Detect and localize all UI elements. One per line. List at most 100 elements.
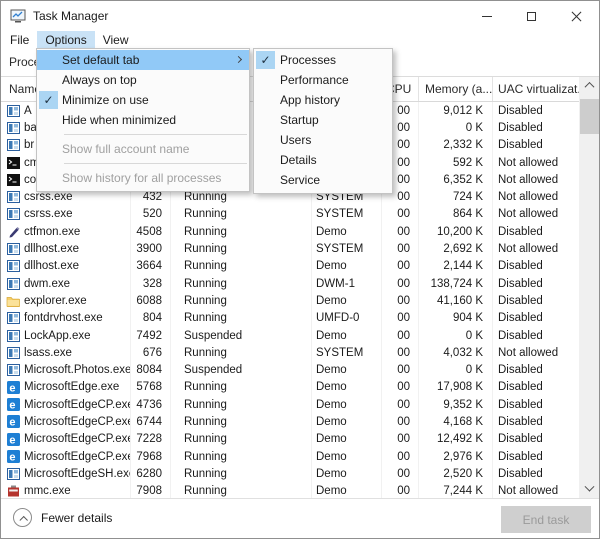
- cell-uac-virtualization: Not allowed: [493, 206, 579, 223]
- column-header-memory[interactable]: Memory (a...: [419, 77, 493, 101]
- menu-item-hide-when-minimized[interactable]: Hide when minimized: [37, 110, 249, 130]
- table-row[interactable]: ctfmon.exe4508RunningDemo0010,200 KDisab…: [1, 223, 579, 240]
- table-row[interactable]: eMicrosoftEdgeCP.exe7228RunningDemo0012,…: [1, 431, 579, 448]
- cell-pid: 8084: [131, 361, 171, 378]
- table-row[interactable]: eMicrosoftEdge.exe5768RunningDemo0017,90…: [1, 379, 579, 396]
- table-row[interactable]: LockApp.exe7492SuspendedDemo000 KDisable…: [1, 327, 579, 344]
- cell-memory: 2,692 K: [419, 240, 493, 257]
- cell-uac-virtualization: Not allowed: [493, 240, 579, 257]
- cell-status: Running: [171, 258, 312, 275]
- cell-pid: 6280: [131, 465, 171, 482]
- table-row[interactable]: dllhost.exe3664RunningDemo002,144 KDisab…: [1, 258, 579, 275]
- cell-memory: 904 K: [419, 310, 493, 327]
- title-bar: Task Manager: [1, 1, 599, 31]
- table-row[interactable]: eMicrosoftEdgeCP.exe7968RunningDemo002,9…: [1, 448, 579, 465]
- process-name: MicrosoftEdgeCP.exe: [24, 451, 131, 463]
- cell-user-name: SYSTEM: [312, 206, 382, 223]
- menu-item-minimize-on-use[interactable]: Minimize on use: [37, 90, 249, 110]
- svg-text:e: e: [9, 382, 15, 393]
- cell-user-name: Demo: [312, 223, 382, 240]
- cell-status: Running: [171, 483, 312, 498]
- cell-cpu: 00: [382, 292, 419, 309]
- cell-status: Suspended: [171, 327, 312, 344]
- submenu-item-service[interactable]: Service: [254, 170, 392, 190]
- cell-uac-virtualization: Not allowed: [493, 344, 579, 361]
- cell-memory: 0 K: [419, 361, 493, 378]
- scroll-down-button[interactable]: [579, 481, 600, 498]
- maximize-button[interactable]: [509, 1, 554, 31]
- table-row[interactable]: lsass.exe676RunningSYSTEM004,032 KNot al…: [1, 344, 579, 361]
- cell-memory: 41,160 K: [419, 292, 493, 309]
- menu-item-show-full-account-name[interactable]: Show full account name: [37, 139, 249, 159]
- cell-cpu: 00: [382, 344, 419, 361]
- cell-pid: 7908: [131, 483, 171, 498]
- vertical-scrollbar[interactable]: [579, 77, 600, 498]
- menu-item-always-on-top[interactable]: Always on top: [37, 70, 249, 90]
- process-name: lsass.exe: [24, 347, 72, 359]
- end-task-button[interactable]: End task: [501, 506, 591, 533]
- folder-icon: [6, 294, 20, 307]
- cell-name: eMicrosoftEdge.exe: [1, 379, 131, 396]
- process-name: explorer.exe: [24, 295, 87, 307]
- menu-options[interactable]: Options: [37, 31, 94, 48]
- menu-item-show-history-all-processes[interactable]: Show history for all processes: [37, 168, 249, 188]
- close-button[interactable]: [554, 1, 599, 31]
- submenu-item-app-history[interactable]: App history: [254, 90, 392, 110]
- table-row[interactable]: eMicrosoftEdgeCP.exe6744RunningDemo004,1…: [1, 413, 579, 430]
- cell-status: Running: [171, 448, 312, 465]
- table-row[interactable]: mmc.exe7908RunningDemo007,244 KNot allow…: [1, 483, 579, 498]
- cell-name: ctfmon.exe: [1, 223, 131, 240]
- fewer-details-toggle[interactable]: Fewer details: [13, 508, 112, 527]
- cell-memory: 9,352 K: [419, 396, 493, 413]
- table-row[interactable]: eMicrosoftEdgeCP.exe4736RunningDemo009,3…: [1, 396, 579, 413]
- check-icon: [256, 51, 275, 69]
- cell-uac-virtualization: Disabled: [493, 102, 579, 119]
- cell-uac-virtualization: Not allowed: [493, 154, 579, 171]
- table-row[interactable]: dwm.exe328RunningDWM-100138,724 KDisable…: [1, 275, 579, 292]
- cell-pid: 4508: [131, 223, 171, 240]
- cell-status: Running: [171, 310, 312, 327]
- table-row[interactable]: MicrosoftEdgeSH.exe6280RunningDemo002,52…: [1, 465, 579, 482]
- table-row[interactable]: fontdrvhost.exe804RunningUMFD-000904 KDi…: [1, 310, 579, 327]
- submenu-item-processes[interactable]: Processes: [254, 50, 392, 70]
- cell-memory: 2,976 K: [419, 448, 493, 465]
- menu-view[interactable]: View: [95, 31, 137, 48]
- column-header-uac[interactable]: UAC virtualizat...: [493, 77, 579, 101]
- cell-memory: 4,032 K: [419, 344, 493, 361]
- table-row[interactable]: dllhost.exe3900RunningSYSTEM002,692 KNot…: [1, 240, 579, 257]
- scrollbar-thumb[interactable]: [580, 99, 599, 134]
- cell-pid: 5768: [131, 379, 171, 396]
- process-name: MicrosoftEdgeCP.exe: [24, 433, 131, 445]
- table-row[interactable]: csrss.exe520RunningSYSTEM00864 KNot allo…: [1, 206, 579, 223]
- cell-cpu: 00: [382, 448, 419, 465]
- scroll-up-button[interactable]: [579, 77, 600, 94]
- process-name: Microsoft.Photos.exe: [24, 364, 131, 376]
- menu-item-set-default-tab[interactable]: Set default tab: [37, 50, 249, 70]
- cell-pid: 6744: [131, 413, 171, 430]
- cell-name: LockApp.exe: [1, 327, 131, 344]
- cell-cpu: 00: [382, 327, 419, 344]
- edge-icon: e: [6, 450, 20, 463]
- edge-icon: e: [6, 398, 20, 411]
- minimize-button[interactable]: [464, 1, 509, 31]
- chevron-up-circle-icon: [13, 508, 32, 527]
- cell-status: Running: [171, 292, 312, 309]
- submenu-item-users[interactable]: Users: [254, 130, 392, 150]
- menu-file[interactable]: File: [2, 31, 37, 48]
- table-row[interactable]: Microsoft.Photos.exe8084SuspendedDemo000…: [1, 361, 579, 378]
- table-row[interactable]: explorer.exe6088RunningDemo0041,160 KDis…: [1, 292, 579, 309]
- cell-name: dwm.exe: [1, 275, 131, 292]
- cell-cpu: 00: [382, 206, 419, 223]
- cell-status: Running: [171, 344, 312, 361]
- submenu-item-details[interactable]: Details: [254, 150, 392, 170]
- cell-cpu: 00: [382, 223, 419, 240]
- submenu-item-performance[interactable]: Performance: [254, 70, 392, 90]
- svg-text:e: e: [9, 417, 15, 428]
- submenu-item-startup[interactable]: Startup: [254, 110, 392, 130]
- cell-cpu: 00: [382, 413, 419, 430]
- cell-pid: 4736: [131, 396, 171, 413]
- cell-user-name: Demo: [312, 431, 382, 448]
- maximize-icon: [527, 12, 536, 21]
- menu-separator: [64, 134, 247, 135]
- tab-processes[interactable]: Processes: [9, 48, 36, 76]
